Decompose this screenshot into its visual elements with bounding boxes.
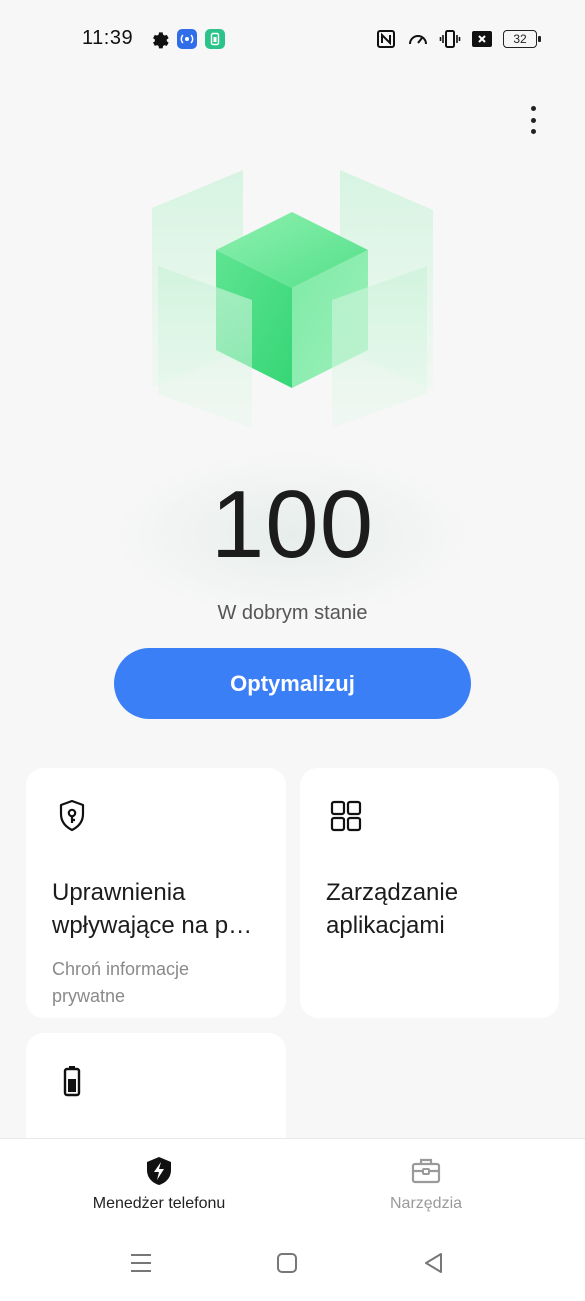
optimize-button[interactable]: Optymalizuj	[114, 648, 471, 719]
app-management-card-title: Zarządzanie aplikacjami	[326, 879, 459, 939]
more-vert-icon	[530, 106, 536, 111]
health-score: 100	[210, 471, 375, 578]
permissions-card-subtitle: Chroń informacje prywatne	[52, 959, 190, 1006]
hotspot-app-icon	[177, 29, 197, 49]
nfc-icon	[377, 30, 395, 48]
battery-icon	[63, 1066, 81, 1097]
speed-icon	[409, 35, 427, 45]
app-management-card[interactable]: Zarządzanie aplikacjami	[300, 768, 559, 1018]
more-options-button[interactable]	[525, 104, 541, 136]
battery-saver-app-icon	[205, 29, 225, 49]
apps-grid-icon	[330, 800, 362, 832]
tab-phone-manager-label: Menedżer telefonu	[92, 1195, 226, 1212]
status-icons: 32	[375, 27, 541, 51]
battery-indicator: 32	[503, 30, 541, 48]
permissions-card[interactable]: Uprawnienia wpływające na p… Chroń infor…	[26, 768, 286, 1018]
tab-tools[interactable]: Narzędzia	[326, 1155, 526, 1213]
health-status: W dobrym stanie	[217, 602, 368, 624]
shield-key-icon	[59, 799, 85, 832]
status-time: 11:39	[82, 27, 134, 49]
no-signal-icon	[472, 31, 492, 47]
tab-phone-manager[interactable]: Menedżer telefonu	[59, 1155, 259, 1213]
gear-icon	[153, 32, 169, 49]
toolbox-icon	[411, 1158, 441, 1184]
tab-tools-label: Narzędzia	[389, 1195, 463, 1212]
vibrate-icon	[439, 30, 461, 48]
back-icon[interactable]	[419, 1248, 449, 1278]
permissions-card-title: Uprawnienia wpływające na p…	[52, 879, 253, 939]
health-cube-illustration	[152, 170, 433, 428]
status-bar: 11:39 32	[0, 0, 585, 80]
home-icon[interactable]	[272, 1248, 302, 1278]
shield-bolt-icon	[147, 1157, 171, 1185]
menu-icon[interactable]	[126, 1248, 156, 1278]
